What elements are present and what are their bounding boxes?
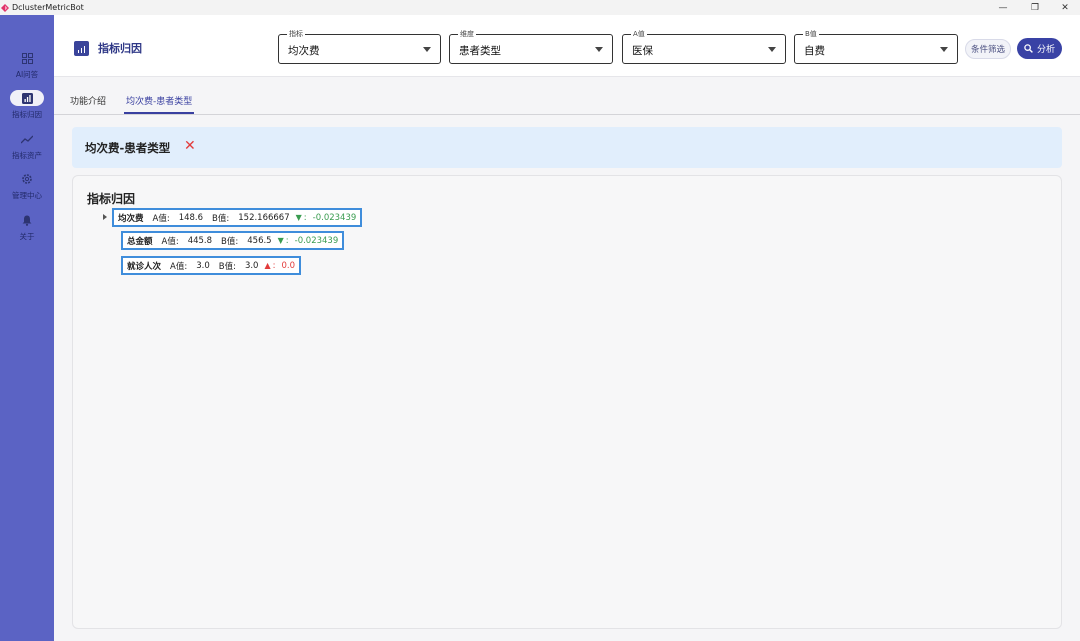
a-value: 148.6 xyxy=(178,212,204,223)
close-window-button[interactable]: ✕ xyxy=(1050,0,1080,15)
field-value: 自费 xyxy=(804,45,825,57)
b-value: 3.0 xyxy=(244,260,259,271)
metric-select[interactable]: 指标 均次费 xyxy=(278,29,441,64)
b-value-select[interactable]: B值 自费 xyxy=(794,29,958,64)
tree-node-visit-count[interactable]: 就诊人次 A值: 3.0 B值: 3.0 ▲ : 0.0 xyxy=(121,256,302,275)
result-banner: 均次费-患者类型 ✕ xyxy=(72,127,1062,168)
bar-chart-icon xyxy=(10,90,44,106)
tree-node-cost-per-visit[interactable]: 均次费 A值: 148.6 B值: 152.166667 ▼ : -0.0234… xyxy=(112,208,363,227)
down-arrow-icon: ▼ xyxy=(295,213,302,222)
field-label: A值 xyxy=(631,29,647,39)
analyze-button-label: 分析 xyxy=(1036,45,1055,55)
caret-down-icon[interactable] xyxy=(595,47,603,52)
a-value-select[interactable]: A值 医保 xyxy=(622,29,786,64)
a-value: 3.0 xyxy=(196,260,210,271)
grid-icon xyxy=(10,50,44,66)
sidebar-item-ai-qa[interactable]: AI问答 xyxy=(0,50,54,80)
b-label: B值: xyxy=(212,213,230,224)
b-label: B值: xyxy=(218,261,236,272)
page-title-group: 指标归因 xyxy=(74,40,142,56)
close-icon[interactable]: ✕ xyxy=(184,138,196,154)
field-value: 患者类型 xyxy=(459,45,501,57)
a-label: A值: xyxy=(152,213,170,224)
tab-bar: 功能介绍 均次费-患者类型 xyxy=(54,78,1080,115)
sidebar-item-about[interactable]: 关于 xyxy=(0,212,54,242)
diff-value: 0.0 xyxy=(281,260,296,271)
tree-node-total-amount[interactable]: 总金额 A值: 445.8 B值: 456.5 ▼ : -0.023439 xyxy=(121,231,345,250)
sidebar-item-label: 管理中心 xyxy=(12,191,42,200)
field-label: 指标 xyxy=(287,29,305,39)
page-title: 指标归因 xyxy=(98,42,142,55)
gear-icon xyxy=(10,171,44,187)
sidebar-item-metric-attribution[interactable]: 指标归因 xyxy=(0,90,54,120)
diff-colon: : xyxy=(303,212,307,223)
b-value: 152.166667 xyxy=(238,212,290,223)
field-value: 均次费 xyxy=(288,45,320,57)
minimize-button[interactable]: — xyxy=(988,0,1018,15)
b-value: 456.5 xyxy=(247,235,272,246)
search-icon xyxy=(1024,44,1033,53)
sidebar-item-label: 指标归因 xyxy=(12,110,42,119)
field-value: 医保 xyxy=(632,45,653,57)
field-label: B值 xyxy=(803,29,819,39)
sidebar: AI问答 指标归因 指标资产 管理中心 关于 xyxy=(0,15,54,641)
node-name: 就诊人次 xyxy=(127,261,162,272)
expand-arrow-icon[interactable] xyxy=(103,214,107,220)
window-titlebar: DclusterMetricBot — ❐ ✕ xyxy=(0,0,1080,15)
active-tab-indicator xyxy=(124,112,194,114)
app-logo-icon xyxy=(1,3,9,12)
caret-down-icon[interactable] xyxy=(423,47,431,52)
a-value: 445.8 xyxy=(187,235,213,246)
dimension-select[interactable]: 维度 患者类型 xyxy=(449,29,613,64)
a-label: A值: xyxy=(161,236,179,247)
window-title: DclusterMetricBot xyxy=(12,3,84,12)
diff-colon: : xyxy=(272,260,276,271)
node-name: 总金额 xyxy=(127,236,153,247)
analyze-button[interactable]: 分析 xyxy=(1017,38,1062,59)
diff-value: -0.023439 xyxy=(294,235,339,246)
caret-down-icon[interactable] xyxy=(940,47,948,52)
b-label: B值: xyxy=(221,236,239,247)
diff-value: -0.023439 xyxy=(312,212,357,223)
down-arrow-icon: ▼ xyxy=(277,236,284,245)
a-label: A值: xyxy=(170,261,188,272)
up-arrow-icon: ▲ xyxy=(264,261,271,270)
sidebar-item-label: 关于 xyxy=(19,232,35,241)
sidebar-item-label: AI问答 xyxy=(15,70,39,79)
top-toolbar: 指标归因 指标 均次费 维度 患者类型 A值 医保 B值 自费 条件筛选 分析 xyxy=(54,15,1080,77)
bar-chart-icon xyxy=(74,40,89,56)
tab-feature-intro[interactable]: 功能介绍 xyxy=(70,94,106,107)
sidebar-item-label: 指标资产 xyxy=(12,151,42,160)
restore-button[interactable]: ❐ xyxy=(1020,0,1050,15)
node-name: 均次费 xyxy=(118,213,144,224)
sidebar-item-management[interactable]: 管理中心 xyxy=(0,171,54,201)
bell-icon xyxy=(10,212,44,228)
sidebar-item-metric-assets[interactable]: 指标资产 xyxy=(0,131,54,161)
field-label: 维度 xyxy=(458,29,476,39)
tab-cost-per-visit-patient-type[interactable]: 均次费-患者类型 xyxy=(126,94,192,107)
caret-down-icon[interactable] xyxy=(768,47,776,52)
panel-title: 指标归因 xyxy=(87,192,136,206)
diff-colon: : xyxy=(285,235,289,246)
banner-title: 均次费-患者类型 xyxy=(85,141,171,155)
condition-filter-button[interactable]: 条件筛选 xyxy=(965,39,1011,59)
trend-line-icon xyxy=(10,131,44,147)
